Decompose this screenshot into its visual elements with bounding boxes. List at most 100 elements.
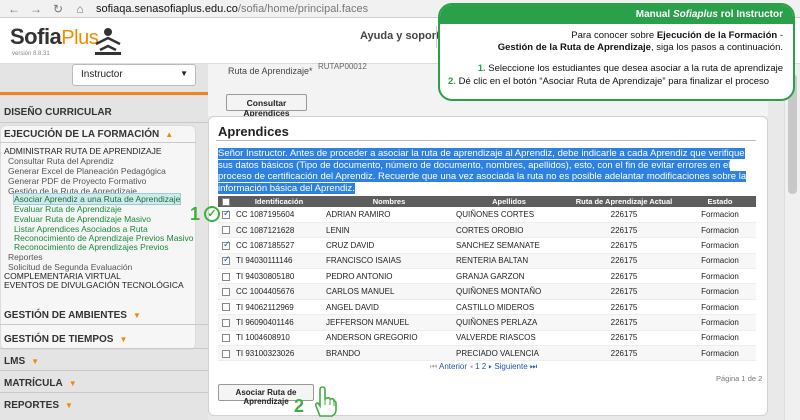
home-icon[interactable]: ⌂ [74, 2, 86, 16]
cell-nombres: BRANDO [324, 345, 454, 362]
row-select-cell[interactable] [218, 268, 234, 285]
menu-eventos[interactable]: EVENTOS DE DIVULGACIÓN TECNOLÓGICA [4, 280, 184, 290]
cell-apellidos: VALVERDE RIASCOS [454, 330, 564, 347]
caret-down-icon: ▼ [68, 379, 77, 388]
last-page-icon[interactable]: ⏭ [530, 362, 537, 371]
row-select-cell[interactable] [218, 207, 234, 223]
menu-evaluar-ruta-masivo[interactable]: Evaluar Ruta de Aprendizaje Masivo [14, 214, 151, 224]
row-checkbox[interactable] [222, 318, 230, 327]
cell-estado: Formacion [684, 237, 756, 254]
pager-next[interactable]: Siguiente [494, 362, 527, 371]
table-row[interactable]: CC 1087121628 LENIN CORTES OROBIO 226175 For… [218, 222, 756, 239]
caret-down-icon: ▼ [65, 401, 73, 410]
sidebar-section-label: GESTIÓN DE AMBIENTES [4, 310, 127, 321]
cell-ruta: 226175 [564, 222, 684, 239]
sidebar-section-tiempos[interactable]: GESTIÓN DE TIEMPOS ▼ [0, 334, 208, 345]
sidebar-section-ejecucion[interactable]: EJECUCIÓN DE LA FORMACIÓN ▲ [0, 129, 208, 140]
sena-logo-icon [95, 28, 121, 55]
table-row[interactable]: CC 1087195604ADRIAN RAMIROQUIÑONES CORTE… [218, 207, 756, 223]
sidebar-section-lms[interactable]: LMS ▼ [0, 356, 208, 367]
row-checkbox[interactable] [222, 208, 231, 219]
logo-version: versión 8.8.31 [12, 51, 50, 57]
table-row[interactable]: CC 1004405676 CARLOS MANUEL QUIÑONES MONTA… [218, 283, 756, 300]
cell-estado: Formacion [684, 207, 756, 223]
row-checkbox[interactable] [222, 288, 230, 297]
cell-nombres: ANDERSON GREGORIO [324, 330, 454, 347]
cell-estado: Formacion [684, 222, 756, 239]
aprendices-table: Identificación Nombres Apellidos Ruta de… [218, 196, 756, 362]
row-checkbox[interactable] [222, 334, 230, 343]
prev-page-icon[interactable]: ◂ [469, 362, 473, 371]
menu-admin-ruta[interactable]: ADMINISTRAR RUTA DE APRENDIZAJE [4, 146, 162, 156]
route-value[interactable]: RUTAP00012 [318, 62, 367, 71]
table-row[interactable]: TI 93100323026 BRANDO PRECIADO VALENCIA 226… [218, 345, 756, 362]
line1-bold: Ejecución de la Formación [656, 30, 778, 41]
cell-apellidos: QUIÑONES CORTES [454, 207, 564, 223]
sidebar-section-reportes[interactable]: REPORTES ▼ [0, 400, 208, 411]
next-page-icon[interactable]: ▸ [488, 362, 492, 371]
menu-consultar-ruta[interactable]: Consultar Ruta del Aprendiz [8, 156, 114, 166]
cell-ruta: 226175 [564, 253, 684, 270]
cell-nombres: LENIN [324, 222, 454, 239]
table-row[interactable]: TI 96090401146 JEFFERSON MANUEL QUIÑONES P… [218, 314, 756, 331]
table-row[interactable]: TI 1004608910 ANDERSON GREGORIO VALVERDE R… [218, 330, 756, 347]
row-select-cell[interactable] [218, 237, 234, 254]
forward-icon[interactable]: → [30, 2, 42, 16]
table-row[interactable]: CC 1087185527CRUZ DAVIDSANCHEZ SEMANATE2… [218, 237, 756, 254]
cell-ruta: 226175 [564, 314, 684, 331]
table-row[interactable]: TI 94062112969 ANGEL DAVID CASTILLO MIDERO… [218, 299, 756, 316]
cell-estado: Formacion [684, 299, 756, 316]
route-label: Ruta de Aprendizaje* [228, 66, 313, 76]
consultar-aprendices-button[interactable]: Consultar Aprendices [226, 94, 307, 118]
help-support-link[interactable]: Ayuda y soporte [360, 30, 446, 42]
address-bar[interactable]: sofiaqa.senasofiaplus.edu.co/sofia/home/… [96, 3, 368, 15]
menu-generar-pdf[interactable]: Generar PDF de Proyecto Formativo [8, 176, 146, 186]
menu-generar-excel[interactable]: Generar Excel de Planeación Pedagógica [8, 166, 166, 176]
menu-reconocimiento[interactable]: Reconocimiento de Aprendizajes Previos [14, 242, 169, 252]
cell-apellidos: SANCHEZ SEMANATE [454, 237, 564, 254]
row-select-cell[interactable] [218, 330, 234, 347]
cell-nombres: CRUZ DAVID [324, 237, 454, 254]
sidebar-section-diseno[interactable]: DISEÑO CURRICULAR [0, 107, 208, 118]
sidebar-section-label: MATRÍCULA [4, 378, 63, 389]
sofiaplus-logo[interactable]: SofiaPlus [10, 24, 99, 50]
reload-icon[interactable]: ↻ [52, 2, 64, 16]
menu-asociar-aprendiz[interactable]: Asociar Aprendiz a una Ruta de Aprendiza… [12, 193, 182, 205]
scrollbar[interactable] [784, 64, 800, 420]
menu-evaluar-ruta[interactable]: Evaluar Ruta de Aprendizaje [14, 204, 122, 214]
cell-estado: Formacion [684, 314, 756, 331]
row-select-cell[interactable] [218, 283, 234, 300]
menu-reportes[interactable]: Reportes [8, 252, 43, 262]
sidebar-section-label: REPORTES [4, 400, 60, 411]
sidebar-section-ambientes[interactable]: GESTIÓN DE AMBIENTES ▼ [0, 310, 208, 321]
row-select-cell[interactable] [218, 314, 234, 331]
row-checkbox[interactable] [222, 239, 231, 250]
column-header: Identificación [234, 196, 324, 207]
row-select-cell[interactable] [218, 345, 234, 362]
pager-pages[interactable]: 1 2 [475, 362, 486, 371]
cell-ruta: 226175 [564, 207, 684, 223]
row-select-cell[interactable] [218, 222, 234, 239]
logo-main: Sofia [10, 24, 62, 49]
table-row[interactable]: TI 94030805180 PEDRO ANTONIO GRANJA GARZON… [218, 268, 756, 285]
row-select-cell[interactable] [218, 253, 234, 270]
select-all-checkbox[interactable] [222, 198, 230, 206]
row-checkbox[interactable] [222, 254, 231, 266]
pager-prev[interactable]: Anterior [439, 362, 467, 371]
role-select[interactable]: Instructor ▼ [72, 64, 196, 86]
page-info: Página 1 de 2 [716, 374, 763, 383]
row-checkbox[interactable] [222, 226, 230, 235]
cell-apellidos: QUIÑONES MONTAÑO [454, 283, 564, 300]
back-icon[interactable]: ← [8, 2, 20, 16]
row-checkbox[interactable] [222, 349, 230, 358]
row-checkbox[interactable] [222, 272, 230, 281]
first-page-icon[interactable]: ⏮ [430, 362, 437, 371]
select-all-header[interactable] [218, 196, 234, 207]
cell-ruta: 226175 [564, 237, 684, 254]
sidebar-section-matricula[interactable]: MATRÍCULA ▼ [0, 378, 208, 389]
row-select-cell[interactable] [218, 299, 234, 316]
row-checkbox[interactable] [222, 303, 230, 312]
table-row[interactable]: TI 94030111146FRANCISCO ISAIASRENTERIA B… [218, 253, 756, 270]
cell-estado: Formacion [684, 345, 756, 362]
cell-nombres: FRANCISCO ISAIAS [324, 253, 454, 270]
